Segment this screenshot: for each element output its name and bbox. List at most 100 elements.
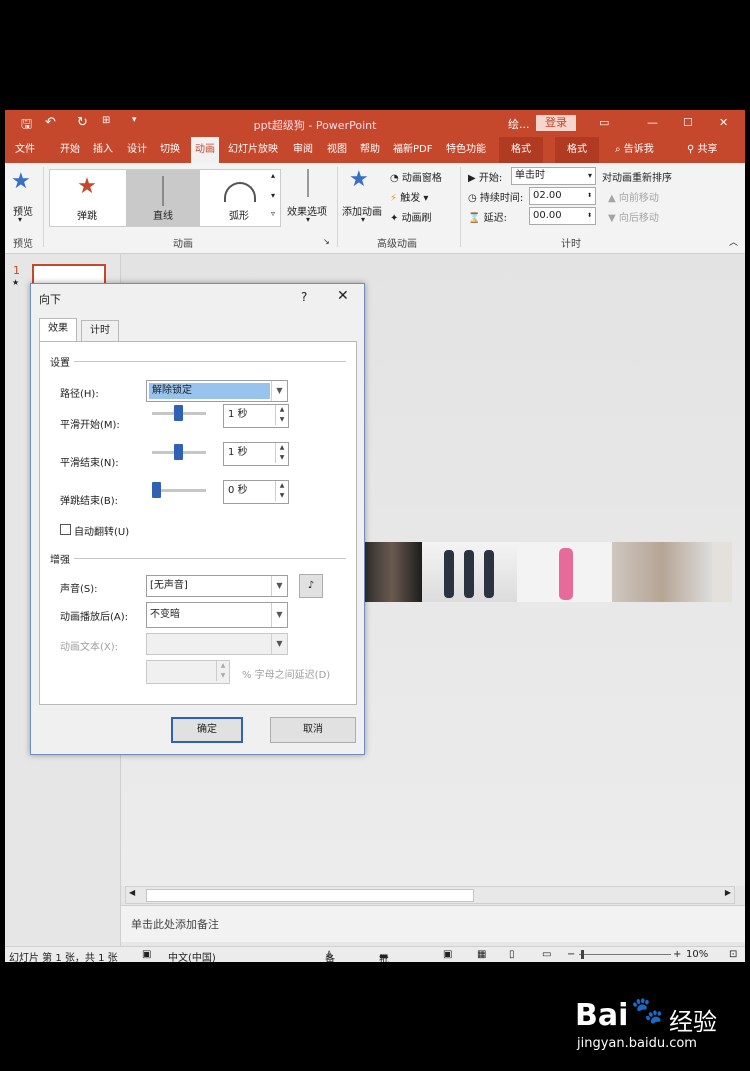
photo-strip[interactable] <box>362 542 732 602</box>
zoom-slider[interactable] <box>579 954 671 955</box>
tab-review[interactable]: 审阅 <box>293 137 313 163</box>
separator <box>460 167 461 247</box>
search-box[interactable]: 绘... <box>508 116 530 132</box>
zoom-in-icon[interactable]: + <box>673 949 681 960</box>
ribbon-display-icon[interactable]: ▭ <box>599 116 609 129</box>
chevron-down-icon: ▼ <box>271 603 287 627</box>
tab-help[interactable]: 帮助 <box>360 137 380 163</box>
preview-group-label: 预览 <box>13 239 33 250</box>
preview-dropdown-icon[interactable]: ▾ <box>18 215 22 224</box>
tab-home[interactable]: 开始 <box>60 137 80 163</box>
minimize-icon[interactable]: — <box>647 116 658 129</box>
tab-effect[interactable]: 效果 <box>39 318 77 342</box>
tab-format-2[interactable]: 格式 <box>555 137 599 163</box>
animation-dialog-launcher-icon[interactable]: ↘ <box>323 237 330 246</box>
add-animation-dropdown-icon[interactable]: ▾ <box>361 215 365 224</box>
tab-format-1[interactable]: 格式 <box>499 137 543 163</box>
sound-select[interactable]: [无声音] ▼ <box>146 575 288 597</box>
letter-delay-spinner[interactable]: ▲ ▼ <box>146 660 230 684</box>
sound-volume-button[interactable]: ♪ <box>299 574 323 598</box>
lightbulb-icon: ⌕ <box>615 144 624 155</box>
collapse-ribbon-icon[interactable]: ︿ <box>729 235 738 248</box>
share-button[interactable]: ⚲ 共享 <box>687 137 718 163</box>
scroll-right-icon[interactable]: ▶ <box>725 888 731 897</box>
animate-text-select[interactable]: ▼ <box>146 633 288 655</box>
bounce-end-spinner[interactable]: 0 秒 ▲ ▼ <box>223 480 289 504</box>
duration-spinner[interactable]: 02.00 ⬍ <box>529 187 596 205</box>
cancel-button[interactable]: 取消 <box>270 717 356 743</box>
tab-file[interactable]: 文件 <box>15 137 35 163</box>
slideshow-icon[interactable]: ▭ <box>542 949 551 960</box>
scroll-left-icon[interactable]: ◀ <box>129 888 135 897</box>
animation-pane-button[interactable]: ◔ 动画窗格 <box>390 169 442 184</box>
gallery-item-line[interactable]: 直线 <box>126 170 200 226</box>
spin-arrows-icon: ⬍ <box>586 192 592 199</box>
zoom-out-icon[interactable]: − <box>567 949 575 960</box>
section-divider <box>74 361 346 362</box>
gallery-scroll-down-icon[interactable]: ▾ <box>271 191 275 200</box>
bounce-end-slider-thumb[interactable] <box>152 482 161 498</box>
after-animation-select[interactable]: 不变暗 ▼ <box>146 602 288 628</box>
language-label[interactable]: 中文(中国) <box>168 949 216 962</box>
preview-button[interactable]: 预览 <box>13 203 33 218</box>
gallery-scroll-up-icon[interactable]: ▴ <box>271 171 275 180</box>
tab-view[interactable]: 视图 <box>327 137 347 163</box>
spin-down-icon[interactable]: ▼ <box>275 491 288 501</box>
fit-to-window-icon[interactable]: ⊡ <box>729 949 737 960</box>
gallery-item-arc[interactable]: 弧形 <box>202 170 276 226</box>
move-earlier-button[interactable]: ▲ 向前移动 <box>608 189 659 204</box>
play-icon: ▶ <box>468 173 479 184</box>
auto-reverse-label[interactable]: 自动翻转(U) <box>74 523 129 538</box>
spin-up-icon[interactable]: ▲ <box>275 405 288 415</box>
smooth-start-slider-thumb[interactable] <box>174 405 183 421</box>
login-button[interactable]: 登录 <box>536 115 576 131</box>
help-button[interactable]: ? <box>301 290 307 304</box>
arc-path-icon <box>224 182 256 202</box>
spin-up-icon[interactable]: ▲ <box>216 661 229 671</box>
close-icon[interactable]: ✕ <box>337 288 349 304</box>
maximize-icon[interactable]: ☐ <box>683 116 693 129</box>
delay-spinner[interactable]: 00.00 ⬍ <box>529 207 596 225</box>
tab-slideshow[interactable]: 幻灯片放映 <box>228 137 278 163</box>
tab-timing[interactable]: 计时 <box>81 320 119 341</box>
reading-view-icon[interactable]: ▯ <box>509 949 515 960</box>
move-later-button[interactable]: ▼ 向后移动 <box>608 209 659 224</box>
spin-down-icon[interactable]: ▼ <box>216 671 229 681</box>
smooth-start-spinner[interactable]: 1 秒 ▲ ▼ <box>223 404 289 428</box>
spin-down-icon[interactable]: ▼ <box>275 415 288 425</box>
spin-down-icon[interactable]: ▼ <box>275 453 288 463</box>
spellcheck-icon[interactable]: ▣ <box>142 949 151 960</box>
gallery-item-bounce[interactable]: ★ 弹跳 <box>50 170 124 226</box>
tab-transitions[interactable]: 切换 <box>160 137 180 163</box>
animation-painter-button[interactable]: ✦ 动画刷 <box>390 209 432 224</box>
effect-options-dropdown-icon[interactable]: ▾ <box>306 215 310 224</box>
scroll-thumb[interactable] <box>146 889 474 902</box>
auto-reverse-checkbox[interactable] <box>60 524 71 535</box>
tab-animations[interactable]: 动画 <box>191 137 219 163</box>
trigger-button[interactable]: ⚡ 触发 ▾ <box>390 189 428 204</box>
watermark-brand: Bai <box>575 998 629 1033</box>
add-animation-star-icon[interactable]: ★ <box>349 167 369 192</box>
notes-pane[interactable]: 单击此处添加备注 <box>121 905 745 942</box>
tab-insert[interactable]: 插入 <box>93 137 113 163</box>
tab-foxit-pdf[interactable]: 福新PDF <box>393 137 432 163</box>
tell-me-search[interactable]: ⌕ 告诉我 <box>615 137 654 163</box>
smooth-end-spinner[interactable]: 1 秒 ▲ ▼ <box>223 442 289 466</box>
effect-options-icon[interactable] <box>307 169 309 197</box>
normal-view-icon[interactable]: ▣ <box>443 949 452 960</box>
slide-sorter-icon[interactable]: ▦ <box>477 949 486 960</box>
horizontal-scrollbar[interactable]: ◀ ▶ <box>125 886 735 904</box>
tab-design[interactable]: 设计 <box>127 137 147 163</box>
ok-button[interactable]: 确定 <box>171 717 243 743</box>
spin-up-icon[interactable]: ▲ <box>275 443 288 453</box>
start-combo[interactable]: 单击时 ▾ <box>511 167 596 185</box>
close-window-icon[interactable]: ✕ <box>719 116 728 129</box>
smooth-end-slider-thumb[interactable] <box>174 444 183 460</box>
zoom-slider-thumb[interactable] <box>581 950 584 959</box>
zoom-level[interactable]: 10% <box>686 949 708 960</box>
gallery-more-icon[interactable]: ▿ <box>271 209 275 218</box>
spin-up-icon[interactable]: ▲ <box>275 481 288 491</box>
path-select[interactable]: 解除锁定 ▼ <box>146 380 288 402</box>
tab-special-features[interactable]: 特色功能 <box>446 137 486 163</box>
preview-star-icon[interactable]: ★ <box>11 169 31 194</box>
